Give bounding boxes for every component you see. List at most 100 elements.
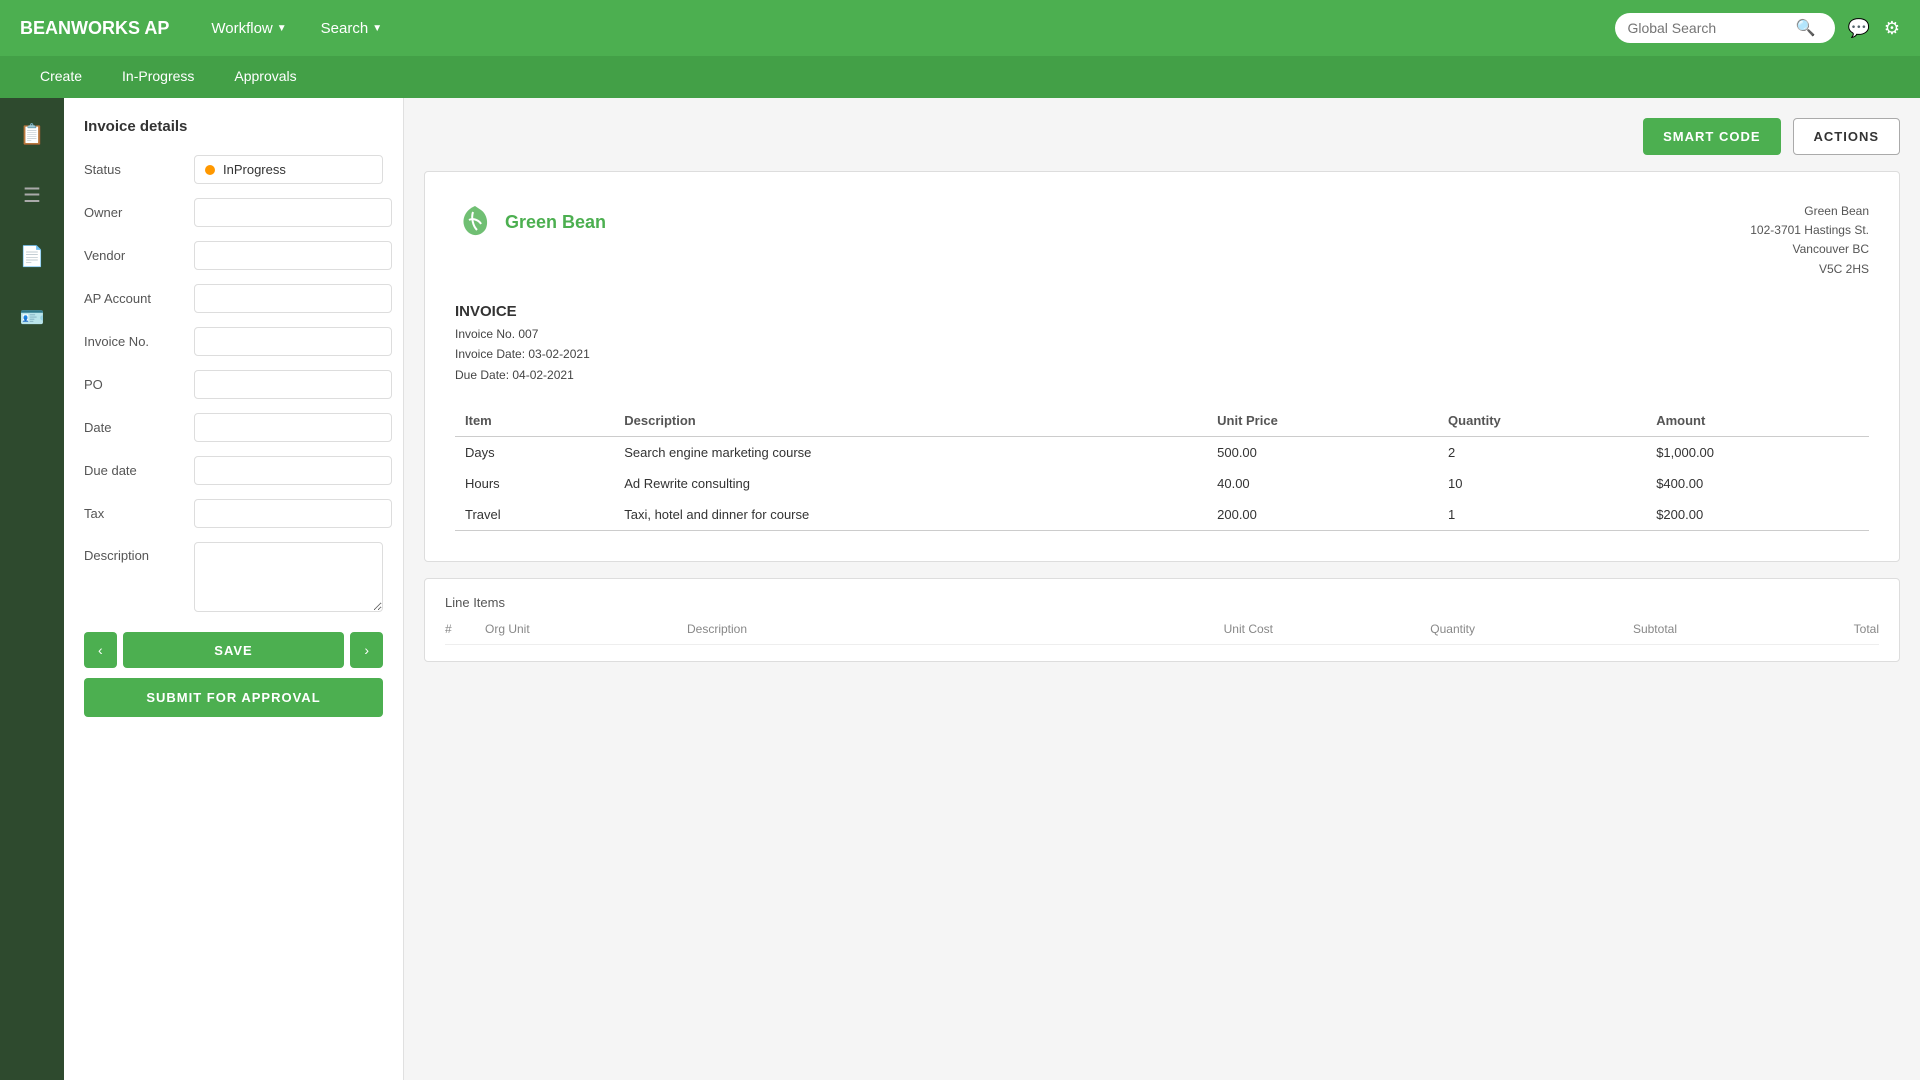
cell-item: Days <box>455 436 614 468</box>
date-row: Date <box>84 413 383 442</box>
address-line1: Green Bean <box>1750 202 1869 221</box>
ap-account-row: AP Account <box>84 284 383 313</box>
invoice-info: INVOICE Invoice No. 007 Invoice Date: 03… <box>455 303 1869 385</box>
cell-description: Taxi, hotel and dinner for course <box>614 499 1207 531</box>
date-label: Date <box>84 420 194 435</box>
owner-row: Owner <box>84 198 383 227</box>
status-label: Status <box>84 162 194 177</box>
chat-icon[interactable]: 💬 <box>1847 18 1869 39</box>
save-button[interactable]: SAVE <box>123 632 345 668</box>
owner-input[interactable] <box>194 198 392 227</box>
sub-nav: Create In-Progress Approvals <box>0 56 1920 98</box>
ap-account-input[interactable] <box>194 284 392 313</box>
description-input[interactable] <box>194 542 383 612</box>
invoice-no-row: Invoice No. <box>84 327 383 356</box>
global-search-icon[interactable]: 🔍 <box>1795 18 1815 38</box>
invoice-no-label: Invoice No. <box>84 334 194 349</box>
right-panel: SMART CODE ACTIONS Green Bean Green Bean… <box>404 98 1920 1080</box>
company-address: Green Bean 102-3701 Hastings St. Vancouv… <box>1750 202 1869 279</box>
invoice-table-header: Item Description Unit Price Quantity Amo… <box>455 405 1869 437</box>
next-button[interactable]: › <box>350 632 383 668</box>
due-date-label: Due date <box>84 463 194 478</box>
cell-amount: $400.00 <box>1646 468 1869 499</box>
panel-title: Invoice details <box>84 118 383 135</box>
cell-quantity: 10 <box>1438 468 1646 499</box>
card-icon[interactable]: 🪪 <box>12 297 53 338</box>
li-header-subtotal: Subtotal <box>1485 622 1677 636</box>
address-line2: 102-3701 Hastings St. <box>1750 221 1869 240</box>
col-quantity: Quantity <box>1438 405 1646 437</box>
due-date-display: Due Date: 04-02-2021 <box>455 365 1869 385</box>
li-header-orgunit: Org Unit <box>485 622 677 636</box>
vendor-row: Vendor <box>84 241 383 270</box>
invoice-meta: Invoice No. 007 Invoice Date: 03-02-2021… <box>455 324 1869 385</box>
gear-icon[interactable]: ⚙ <box>1884 18 1900 39</box>
col-item: Item <box>455 405 614 437</box>
company-logo: Green Bean <box>455 202 606 242</box>
cell-quantity: 1 <box>1438 499 1646 531</box>
tax-row: Tax <box>84 499 383 528</box>
li-header-unitcost: Unit Cost <box>1081 622 1273 636</box>
vendor-input[interactable] <box>194 241 392 270</box>
col-description: Description <box>614 405 1207 437</box>
sub-nav-inprogress[interactable]: In-Progress <box>102 58 214 96</box>
col-unit-price: Unit Price <box>1207 405 1438 437</box>
nav-menu: Workflow ▼ Search ▼ <box>199 12 1615 45</box>
cell-amount: $200.00 <box>1646 499 1869 531</box>
po-row: PO <box>84 370 383 399</box>
description-label: Description <box>84 542 194 563</box>
prev-button[interactable]: ‹ <box>84 632 117 668</box>
status-input[interactable]: InProgress <box>194 155 383 184</box>
calendar-icon[interactable]: 📋 <box>12 114 53 155</box>
address-line4: V5C 2HS <box>1750 260 1869 279</box>
smart-code-button[interactable]: SMART CODE <box>1643 118 1780 155</box>
nav-icons: 💬 ⚙ <box>1847 18 1900 39</box>
invoice-no: Invoice No. 007 <box>455 324 1869 344</box>
submit-button[interactable]: SUBMIT FOR APPROVAL <box>84 678 383 717</box>
vendor-label: Vendor <box>84 248 194 263</box>
actions-button[interactable]: ACTIONS <box>1793 118 1901 155</box>
address-line3: Vancouver BC <box>1750 240 1869 259</box>
po-input[interactable] <box>194 370 392 399</box>
top-nav: BEANWORKS AP Workflow ▼ Search ▼ 🔍 💬 ⚙ <box>0 0 1920 56</box>
invoice-table: Item Description Unit Price Quantity Amo… <box>455 405 1869 531</box>
cell-description: Ad Rewrite consulting <box>614 468 1207 499</box>
workflow-label: Workflow <box>211 20 272 37</box>
date-input[interactable] <box>194 413 392 442</box>
workflow-chevron-icon: ▼ <box>277 23 287 34</box>
list-icon[interactable]: ☰ <box>15 175 49 216</box>
company-name: Green Bean <box>505 212 606 233</box>
logo-icon <box>455 202 495 242</box>
line-items-title: Line Items <box>445 595 1879 610</box>
invoice-no-input[interactable] <box>194 327 392 356</box>
left-panel: Invoice details Status InProgress Owner … <box>64 98 404 1080</box>
due-date-row: Due date <box>84 456 383 485</box>
due-date-input[interactable] <box>194 456 392 485</box>
document-icon[interactable]: 📄 <box>12 236 53 277</box>
tax-label: Tax <box>84 506 194 521</box>
cell-description: Search engine marketing course <box>614 436 1207 468</box>
status-value: InProgress <box>223 162 286 177</box>
ap-account-label: AP Account <box>84 291 194 306</box>
line-items-header: # Org Unit Description Unit Cost Quantit… <box>445 622 1879 645</box>
cell-amount: $1,000.00 <box>1646 436 1869 468</box>
sub-nav-create[interactable]: Create <box>20 58 102 96</box>
table-row: Hours Ad Rewrite consulting 40.00 10 $40… <box>455 468 1869 499</box>
invoice-title: INVOICE <box>455 303 1869 320</box>
li-header-qty: Quantity <box>1283 622 1475 636</box>
status-dot <box>205 165 215 175</box>
workflow-nav-btn[interactable]: Workflow ▼ <box>199 12 298 45</box>
tax-input[interactable] <box>194 499 392 528</box>
li-header-desc: Description <box>687 622 1071 636</box>
sub-nav-approvals[interactable]: Approvals <box>214 58 316 96</box>
col-amount: Amount <box>1646 405 1869 437</box>
cell-item: Hours <box>455 468 614 499</box>
cell-unit-price: 40.00 <box>1207 468 1438 499</box>
li-header-hash: # <box>445 622 475 636</box>
global-search-input[interactable] <box>1627 20 1787 36</box>
global-search-wrapper: 🔍 <box>1615 13 1835 43</box>
description-row: Description <box>84 542 383 612</box>
search-chevron-icon: ▼ <box>372 23 382 34</box>
table-row: Days Search engine marketing course 500.… <box>455 436 1869 468</box>
search-nav-btn[interactable]: Search ▼ <box>309 12 394 45</box>
